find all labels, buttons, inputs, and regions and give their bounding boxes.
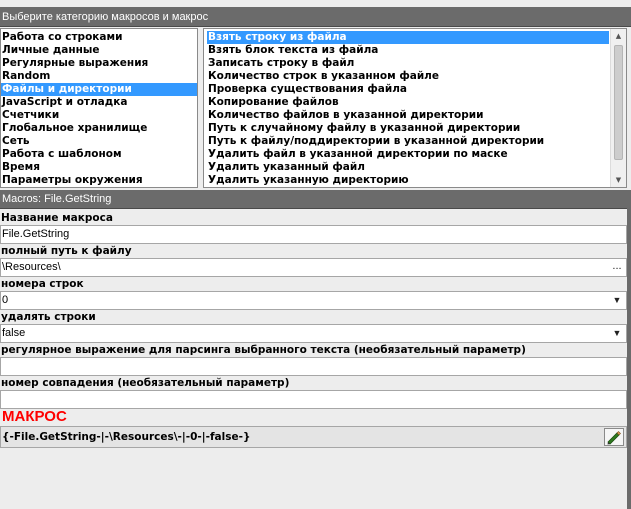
macro-name-label: Название макроса [1, 212, 113, 224]
macro-item[interactable]: Удалить указанный файл [207, 161, 609, 174]
macro-item[interactable]: Количество строк в указанном файле [207, 70, 609, 83]
macro-name-field[interactable]: File.GetString [0, 225, 627, 244]
category-header: Выберите категорию макросов и макрос [0, 7, 631, 27]
macro-name-value: File.GetString [2, 228, 70, 240]
category-item[interactable]: Глобальное хранилище [1, 122, 197, 135]
macro-items: Взять строку из файла Взять блок текста и… [204, 29, 609, 187]
category-item[interactable]: Личные данные [1, 44, 197, 57]
macro-panel-header: Macros: File.GetString [0, 190, 631, 209]
delete-lines-label: удалять строки [1, 311, 96, 323]
pencil-icon [607, 431, 621, 445]
line-numbers-value: 0 [2, 294, 9, 306]
category-item[interactable]: Random [1, 70, 197, 83]
category-item[interactable]: Файлы и директории [1, 83, 197, 96]
macro-item[interactable]: Путь к случайному файлу в указанной дире… [207, 122, 609, 135]
regex-label: регулярное выражение для парсинга выбран… [1, 344, 526, 356]
chevron-down-icon[interactable]: ▼ [610, 292, 624, 309]
category-item[interactable]: Параметры окружения [1, 174, 197, 187]
scroll-down-icon[interactable]: ▼ [611, 173, 626, 187]
macro-item[interactable]: Взять блок текста из файла [207, 44, 609, 57]
macro-item[interactable]: Проверка существования файла [207, 83, 609, 96]
category-item[interactable]: Сеть [1, 135, 197, 148]
macro-item[interactable]: Записать строку в файл [207, 57, 609, 70]
match-number-label: номер совпадения (необязательный парамет… [1, 377, 290, 389]
match-number-field[interactable] [0, 390, 627, 409]
file-path-value: \Resources\ [2, 261, 61, 273]
category-item[interactable]: Работа со строками [1, 31, 197, 44]
scrollbar-thumb[interactable] [614, 45, 623, 160]
category-item[interactable]: Регулярные выражения [1, 57, 197, 70]
regex-field[interactable] [0, 357, 627, 376]
file-path-field[interactable]: \Resources\ ... [0, 258, 627, 277]
macro-title: МАКРОС [2, 408, 67, 425]
file-path-label: полный путь к файлу [1, 245, 132, 257]
line-numbers-label: номера строк [1, 278, 84, 290]
delete-lines-select[interactable]: false ▼ [0, 324, 627, 343]
macro-item[interactable]: Взять строку из файла [207, 31, 609, 44]
category-list[interactable]: Работа со строками Личные данные Регулярны… [0, 28, 198, 188]
category-item[interactable]: Работа с шаблоном [1, 148, 197, 161]
macro-item[interactable]: Удалить файл в указанной директории по м… [207, 148, 609, 161]
macro-item[interactable]: Количество файлов в указанной директории [207, 109, 609, 122]
macro-item[interactable]: Путь к файлу/поддиректории в указанной д… [207, 135, 609, 148]
ellipsis-icon[interactable]: ... [610, 259, 624, 276]
chevron-down-icon[interactable]: ▼ [610, 325, 624, 342]
macro-code-field[interactable]: {-File.GetString-|-\Resources\-|-0-|-fal… [0, 426, 627, 448]
scroll-up-icon[interactable]: ▲ [611, 29, 626, 43]
macro-item[interactable]: Копирование файлов [207, 96, 609, 109]
macro-list[interactable]: Взять строку из файла Взять блок текста и… [203, 28, 627, 188]
category-item[interactable]: JavaScript и отладка [1, 96, 197, 109]
copy-macro-button[interactable] [604, 428, 624, 446]
macro-code-value: {-File.GetString-|-\Resources\-|-0-|-fal… [2, 431, 251, 443]
category-item[interactable]: Время [1, 161, 197, 174]
category-items: Работа со строками Личные данные Регулярны… [1, 29, 197, 187]
category-item[interactable]: Счетчики [1, 109, 197, 122]
macro-item[interactable]: Удалить указанную директорию [207, 174, 609, 187]
line-numbers-select[interactable]: 0 ▼ [0, 291, 627, 310]
delete-lines-value: false [2, 327, 26, 339]
macro-list-scrollbar[interactable]: ▲ ▼ [610, 29, 626, 187]
